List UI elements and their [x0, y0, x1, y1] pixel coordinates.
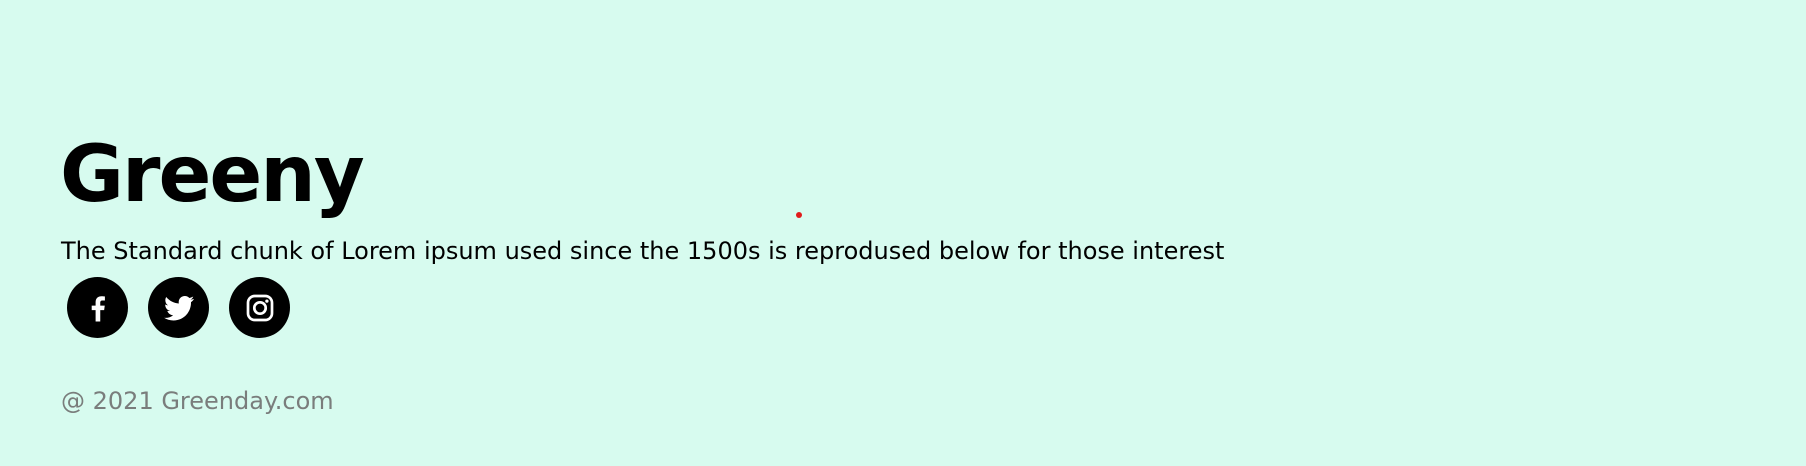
facebook-icon: [91, 295, 105, 321]
footer-tagline: The Standard chunk of Lorem ipsum used s…: [61, 237, 1225, 265]
social-links: [67, 277, 290, 338]
facebook-link[interactable]: [67, 277, 128, 338]
brand-logo[interactable]: Greeny: [60, 136, 365, 214]
copyright-text: @ 2021 Greenday.com: [61, 387, 334, 415]
instagram-link[interactable]: [229, 277, 290, 338]
twitter-link[interactable]: [148, 277, 209, 338]
footer: Greeny The Standard chunk of Lorem ipsum…: [0, 0, 1806, 466]
instagram-icon: [246, 294, 273, 321]
cursor-marker: [796, 212, 802, 218]
twitter-icon: [163, 295, 194, 320]
